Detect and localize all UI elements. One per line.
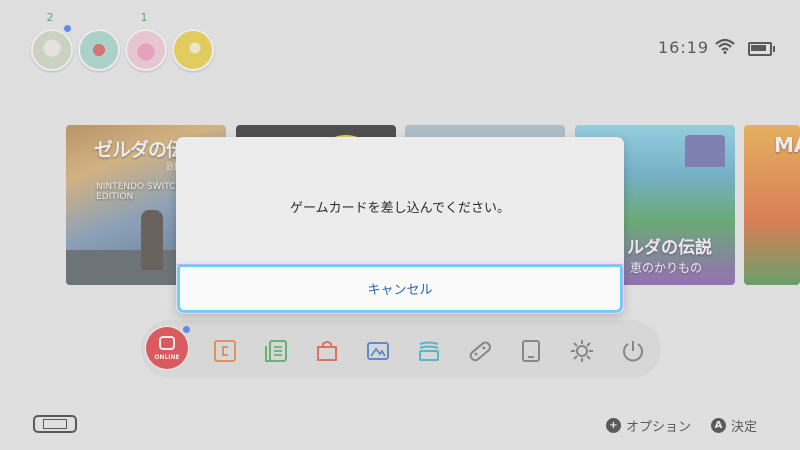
dialog-message: ゲームカードを差し込んでください。 [290,201,510,216]
insert-card-dialog: ゲームカードを差し込んでください。 キャンセル [176,137,624,314]
home-screen: 2 1 16:19 ゼルダの伝説 BREATH NINTENDO SWITCH … [0,0,800,450]
cancel-button[interactable]: キャンセル [178,265,622,312]
